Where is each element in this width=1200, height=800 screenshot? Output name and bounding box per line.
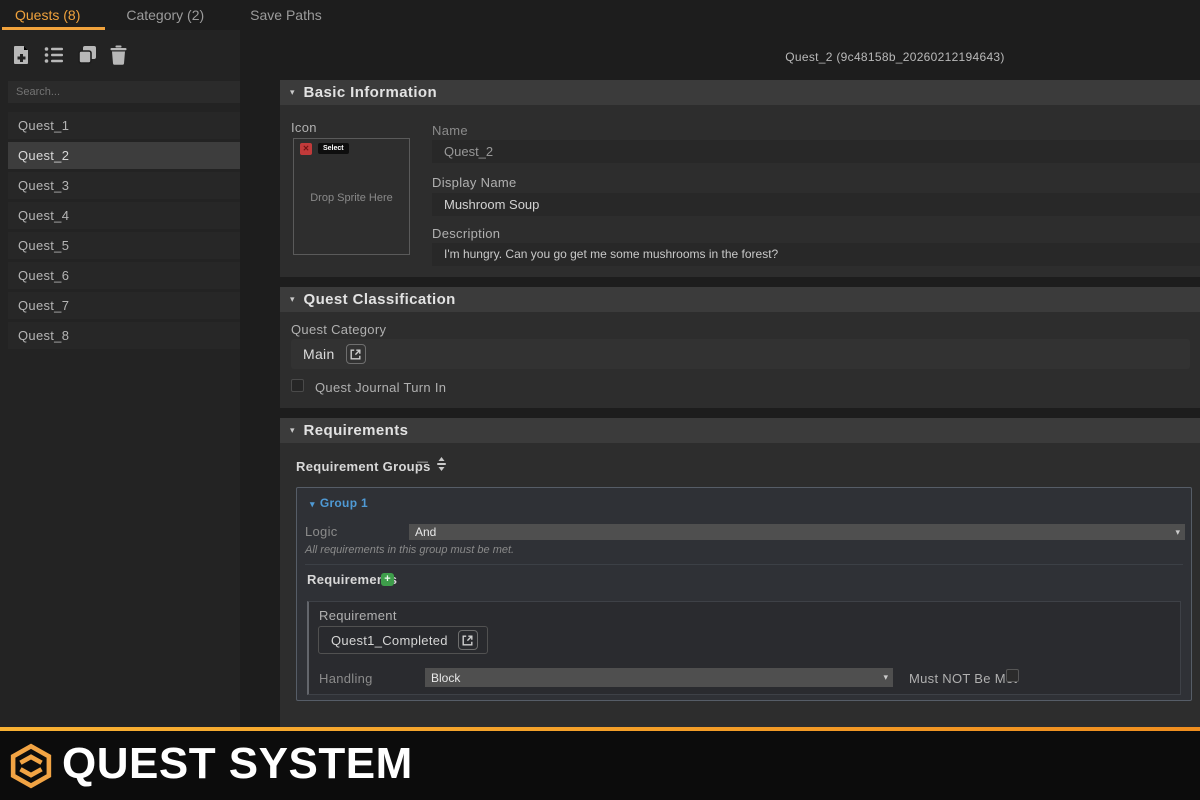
quest-category-label: Quest Category <box>291 322 386 337</box>
list-item[interactable]: Quest_7 <box>8 292 240 319</box>
group-foldout[interactable]: ▾Group 1 <box>310 496 368 510</box>
new-quest-icon[interactable] <box>12 45 31 65</box>
duplicate-icon[interactable] <box>77 45 97 65</box>
add-requirement-button[interactable]: + <box>381 573 394 586</box>
quest-journal-checkbox[interactable] <box>291 379 304 392</box>
quest-toolbar <box>12 45 127 65</box>
list-icon[interactable] <box>44 46 64 64</box>
tab-save-paths[interactable]: Save Paths <box>250 7 322 23</box>
footer-brand-bar: QUEST SYSTEM <box>0 731 1200 800</box>
collapse-arrow-icon: ▾ <box>290 294 295 305</box>
logic-value: And <box>415 525 436 539</box>
list-item[interactable]: Quest_1 <box>8 112 240 139</box>
requirement-entry: Requirement Quest1_Completed Handling Bl… <box>307 601 1181 695</box>
section-quest-classification: ▾ Quest Classification Quest Category Ma… <box>280 287 1200 408</box>
open-category-button[interactable] <box>346 344 366 364</box>
list-item[interactable]: Quest_6 <box>8 262 240 289</box>
logic-label: Logic <box>305 524 338 539</box>
quest-system-logo-icon <box>9 743 53 794</box>
collapse-arrow-icon: ▾ <box>290 87 295 98</box>
remove-group-icon[interactable]: — <box>417 456 428 468</box>
display-name-field[interactable]: Mushroom Soup <box>432 193 1200 216</box>
quest-document-title: Quest_2 (9c48158b_20260212194643) <box>590 50 1200 64</box>
list-item[interactable]: Quest_4 <box>8 202 240 229</box>
dropdown-arrow-icon: ▾ <box>1175 527 1180 538</box>
list-item-selected[interactable]: Quest_2 <box>8 142 240 169</box>
requirements-body: Requirement Groups — ▾Group 1 Logic And … <box>280 443 1200 728</box>
basic-information-header[interactable]: ▾ Basic Information <box>280 80 1200 105</box>
logic-dropdown[interactable]: And ▾ <box>409 524 1185 540</box>
list-item[interactable]: Quest_8 <box>8 322 240 349</box>
name-field: Quest_2 <box>432 140 1200 163</box>
quest-category-field[interactable]: Main <box>291 339 1190 369</box>
must-not-be-met-label: Must NOT Be Met <box>909 671 1017 686</box>
quest-classification-header[interactable]: ▾ Quest Classification <box>280 287 1200 312</box>
requirement-group-box: ▾Group 1 Logic And ▾ All requirements in… <box>296 487 1192 701</box>
must-not-be-met-checkbox[interactable] <box>1006 669 1019 682</box>
description-label: Description <box>432 226 500 241</box>
divider <box>305 564 1183 565</box>
clear-sprite-button[interactable]: ✕ <box>300 143 312 155</box>
requirement-object-field[interactable]: Quest1_Completed <box>318 626 488 654</box>
quest-list: Quest_1 Quest_2 Quest_3 Quest_4 Quest_5 … <box>8 112 240 352</box>
collapse-arrow-icon: ▾ <box>290 425 295 436</box>
section-title: Quest Classification <box>304 291 456 308</box>
requirement-label: Requirement <box>319 608 397 623</box>
delete-icon[interactable] <box>110 45 127 65</box>
section-title: Requirements <box>304 422 409 439</box>
display-name-label: Display Name <box>432 175 517 190</box>
sprite-drop-zone[interactable]: ✕ Select Drop Sprite Here <box>293 138 410 255</box>
section-requirements: ▾ Requirements Requirement Groups — ▾Gro… <box>280 418 1200 728</box>
requirements-header[interactable]: ▾ Requirements <box>280 418 1200 443</box>
search-input[interactable] <box>8 81 240 103</box>
tab-quests[interactable]: Quests (8) <box>15 7 80 23</box>
quest-sidebar: Quest_1 Quest_2 Quest_3 Quest_4 Quest_5 … <box>0 30 240 732</box>
icon-label: Icon <box>291 120 317 135</box>
quest-category-value: Main <box>303 346 335 362</box>
dropdown-arrow-icon: ▾ <box>883 672 888 683</box>
basic-information-body: Icon ✕ Select Drop Sprite Here Name Ques… <box>280 105 1200 277</box>
quest-journal-label: Quest Journal Turn In <box>315 380 446 395</box>
requirement-groups-label: Requirement Groups <box>296 459 431 474</box>
brand-title: QUEST SYSTEM <box>62 739 413 789</box>
tab-category[interactable]: Category (2) <box>126 7 204 23</box>
drop-sprite-hint: Drop Sprite Here <box>294 192 409 204</box>
logic-hint: All requirements in this group must be m… <box>305 544 514 556</box>
handling-label: Handling <box>319 671 373 686</box>
section-title: Basic Information <box>304 84 438 101</box>
requirement-value: Quest1_Completed <box>331 633 448 648</box>
group-arrow-icon: ▾ <box>310 499 315 509</box>
handling-dropdown[interactable]: Block ▾ <box>425 668 893 687</box>
handling-value: Block <box>431 671 460 685</box>
open-requirement-button[interactable] <box>458 630 478 650</box>
name-label: Name <box>432 123 468 138</box>
list-item[interactable]: Quest_5 <box>8 232 240 259</box>
reorder-groups-icon[interactable] <box>436 457 447 476</box>
description-field[interactable]: I'm hungry. Can you go get me some mushr… <box>432 243 1200 266</box>
section-basic-information: ▾ Basic Information Icon ✕ Select Drop S… <box>280 80 1200 277</box>
select-sprite-button[interactable]: Select <box>318 143 349 154</box>
tab-bar: Quests (8) Category (2) Save Paths <box>0 0 1200 30</box>
list-item[interactable]: Quest_3 <box>8 172 240 199</box>
quest-classification-body: Quest Category Main Quest Journal Turn I… <box>280 312 1200 408</box>
